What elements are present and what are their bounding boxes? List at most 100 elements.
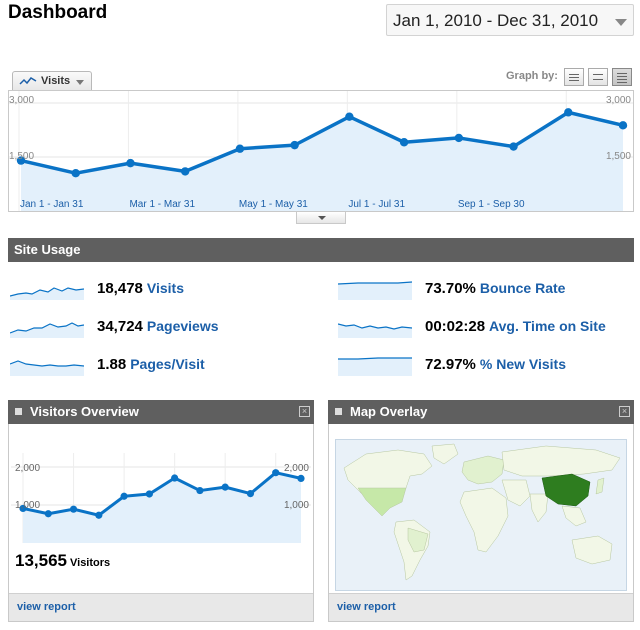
- visitors-overview-title: Visitors Overview: [30, 404, 139, 419]
- data-point: [297, 474, 305, 482]
- map-overlay-title: Map Overlay: [350, 404, 428, 419]
- collapse-chart-button[interactable]: [296, 212, 346, 224]
- metric-visits: 18,478 Visits: [10, 278, 310, 302]
- metric-value: 73.70%: [425, 280, 476, 297]
- close-icon[interactable]: ×: [619, 406, 630, 417]
- data-point: [345, 112, 354, 121]
- sparkline-icon: [10, 360, 84, 376]
- metric-value: 1.88: [97, 356, 127, 373]
- visits-chart-svg: 3,000 3,000 1,500 1,500 Jan 1 - Jan 31 Mar 1 …: [9, 91, 633, 211]
- y-tick-label: 2,000: [15, 463, 40, 474]
- map-region-usa: [357, 487, 407, 517]
- data-point: [71, 169, 80, 178]
- graph-by-month-button[interactable]: [612, 68, 632, 86]
- world-map[interactable]: [335, 439, 627, 591]
- map-region-africa: [459, 487, 509, 553]
- metric-avg-time: 00:02:28 Avg. Time on Site: [338, 316, 634, 340]
- metric-pageviews: 34,724 Pageviews: [10, 316, 310, 340]
- x-tick-label: May 1 - May 31: [239, 199, 308, 210]
- metric-link-pageviews[interactable]: Pageviews: [147, 318, 219, 334]
- series-area-visitors: [23, 472, 301, 543]
- data-point: [69, 505, 78, 513]
- visitors-overview-panel: Visitors Overview × 2,000 2,000 1,000 1,000…: [8, 400, 314, 622]
- sparkline-icon: [338, 357, 412, 376]
- y-tick-label: 3,000: [606, 95, 631, 106]
- data-point: [120, 492, 128, 500]
- data-point: [95, 511, 103, 519]
- metric-bounce-rate: 73.70% Bounce Rate: [338, 278, 634, 302]
- metric-pages-visit: 1.88 Pages/Visit: [10, 354, 310, 378]
- graph-by-label: Graph by:: [506, 70, 558, 82]
- x-tick-label: Jan 1 - Jan 31: [20, 199, 84, 210]
- data-point: [399, 138, 409, 147]
- map-overlay-header: Map Overlay ×: [328, 400, 634, 424]
- drag-handle-icon[interactable]: [15, 408, 22, 415]
- y-tick-label: 1,000: [15, 500, 40, 511]
- visitors-total-label: Visitors: [70, 557, 111, 569]
- date-range-selector[interactable]: Jan 1, 2010 - Dec 31, 2010: [386, 4, 634, 36]
- map-region-japan: [595, 477, 605, 495]
- panel-footer: view report: [329, 593, 633, 621]
- data-point: [246, 490, 255, 498]
- site-usage-header: Site Usage: [8, 238, 634, 262]
- map-region-europe: [461, 455, 505, 485]
- map-region-russia: [501, 445, 621, 477]
- visitors-overview-header: Visitors Overview ×: [8, 400, 314, 424]
- data-point: [290, 140, 299, 150]
- data-point: [235, 144, 245, 153]
- page-title: Dashboard: [8, 2, 108, 23]
- panel-footer: view report: [9, 593, 313, 621]
- data-point: [618, 121, 628, 130]
- metric-link-avg-time[interactable]: Avg. Time on Site: [489, 318, 606, 334]
- series-area-visits: [21, 112, 623, 211]
- visits-chart: 3,000 3,000 1,500 1,500 Jan 1 - Jan 31 Mar 1 …: [8, 90, 634, 212]
- collapse-arrow-icon: [318, 216, 326, 220]
- data-point: [564, 108, 573, 117]
- metric-link-pages-visit[interactable]: Pages/Visit: [130, 356, 204, 372]
- data-point: [454, 133, 464, 143]
- metric-value: 72.97%: [425, 356, 476, 373]
- sparkline-icon: [338, 281, 412, 300]
- metric-link-bounce-rate[interactable]: Bounce Rate: [480, 280, 566, 296]
- map-overlay-panel: Map Overlay × view report: [328, 400, 634, 622]
- drag-handle-icon[interactable]: [335, 408, 342, 415]
- map-region-india: [529, 493, 549, 523]
- map-region-australia: [571, 535, 613, 565]
- y-tick-label: 3,000: [9, 95, 34, 106]
- map-region-greenland: [431, 443, 459, 465]
- y-tick-label: 1,500: [9, 151, 34, 162]
- data-point: [272, 469, 280, 477]
- x-tick-label: Sep 1 - Sep 30: [458, 199, 525, 210]
- sparkline-icon: [338, 323, 412, 338]
- chevron-down-icon[interactable]: [615, 19, 627, 26]
- close-icon[interactable]: ×: [299, 406, 310, 417]
- metric-new-visits: 72.97%% New Visits: [338, 354, 634, 378]
- map-region-china: [541, 473, 591, 507]
- visitors-total: 13,565 Visitors: [15, 551, 110, 571]
- sparkline-icon: [10, 287, 84, 300]
- view-report-link[interactable]: view report: [17, 601, 76, 613]
- data-point: [44, 510, 52, 518]
- graph-by-week-button[interactable]: [588, 68, 608, 86]
- dropdown-arrow-icon: [76, 80, 84, 85]
- sparkline-icon: [10, 322, 84, 338]
- data-point: [145, 490, 153, 498]
- metric-value: 34,724: [97, 318, 143, 335]
- view-report-link[interactable]: view report: [337, 601, 396, 613]
- y-tick-label: 2,000: [284, 463, 309, 474]
- metric-selector-tab[interactable]: Visits: [12, 71, 92, 91]
- data-point: [126, 158, 135, 168]
- site-usage-title: Site Usage: [14, 242, 81, 257]
- data-point: [196, 486, 204, 495]
- y-tick-label: 1,500: [606, 151, 631, 162]
- graph-by-day-button[interactable]: [564, 68, 584, 86]
- metric-link-visits[interactable]: Visits: [147, 280, 184, 296]
- data-point: [171, 474, 179, 482]
- visitors-chart-svg: 2,000 2,000 1,000 1,000: [11, 453, 311, 543]
- metric-selector-label: Visits: [41, 75, 71, 87]
- visitors-total-value: 13,565: [15, 551, 67, 570]
- world-map-svg: [343, 443, 621, 581]
- metric-link-new-visits[interactable]: % New Visits: [480, 356, 566, 372]
- x-tick-label: Mar 1 - Mar 31: [129, 199, 195, 210]
- metric-value: 18,478: [97, 280, 143, 297]
